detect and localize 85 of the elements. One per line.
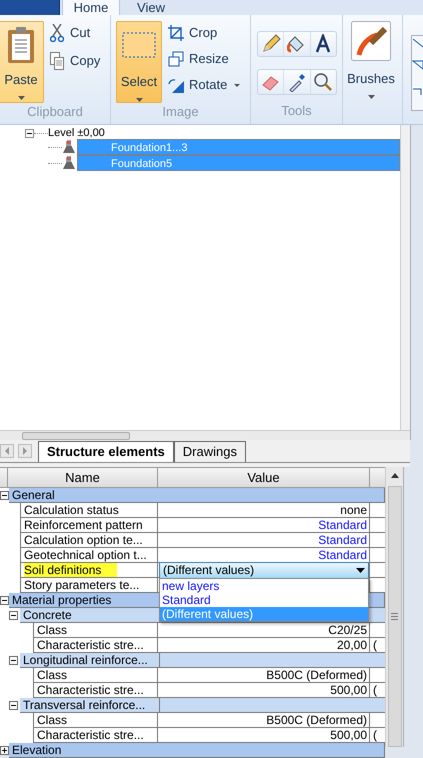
select-button[interactable]: Select [116, 21, 162, 103]
collapse-toggle[interactable] [25, 128, 34, 138]
rotate-icon [168, 77, 184, 93]
eyedropper-icon [286, 72, 307, 92]
property-name: Class [37, 713, 68, 727]
caret-icon [368, 94, 374, 98]
group-label: Image [161, 103, 200, 121]
ribbon-tab[interactable]: View [122, 0, 180, 15]
selection-icon [122, 32, 156, 58]
dropdown-option[interactable]: new layers [160, 579, 368, 593]
rotate-button[interactable]: Rotate [168, 75, 240, 95]
minus-icon [11, 613, 16, 618]
value-cell: B500C (Deformed) [158, 713, 370, 728]
collapse-toggle[interactable] [0, 491, 9, 500]
caret-icon [356, 568, 365, 573]
paste-button[interactable]: Paste [0, 21, 44, 103]
subcategory-label: Concrete [20, 608, 160, 622]
crop-button[interactable]: Crop [168, 23, 240, 43]
vertical-scrollbar[interactable] [400, 125, 410, 430]
copy-icon [50, 52, 64, 70]
scissors-icon [50, 24, 64, 42]
property-name: Story parameters te... [24, 578, 140, 592]
group-label: Clipboard [26, 103, 84, 121]
horizontal-scrollbar[interactable] [0, 430, 410, 440]
dropdown-option[interactable]: Standard [160, 593, 368, 607]
plus-icon [2, 748, 7, 753]
minus-icon [2, 598, 7, 603]
tree-item[interactable]: Level ±0,00 [48, 127, 105, 139]
unit-label: ( [373, 683, 377, 697]
subcategory-label: Longitudinal reinforce... [20, 653, 160, 667]
copy-button[interactable]: Copy [50, 51, 100, 71]
value-cell: none [158, 503, 370, 518]
document-tab[interactable]: Drawings [174, 441, 246, 462]
value-cell: C20/25 [158, 623, 370, 638]
resize-icon [168, 51, 184, 67]
column-header[interactable]: Name [8, 468, 158, 487]
property-name: Reinforcement pattern [24, 518, 143, 532]
group-label: Tools [280, 102, 313, 120]
property-name: Geotechnical option t... [24, 548, 147, 562]
fill-tool[interactable] [284, 32, 311, 56]
unit-label: ( [373, 728, 377, 742]
property-name: Characteristic stre... [37, 728, 144, 742]
collapse-toggle[interactable] [9, 611, 18, 620]
foundation-icon [62, 140, 76, 154]
column-header[interactable]: Value [158, 468, 370, 487]
property-name: Calculation status [24, 503, 119, 517]
caret-icon [136, 98, 142, 102]
resize-button[interactable]: Resize [168, 49, 240, 69]
pencil-icon [260, 34, 281, 54]
brushes-button[interactable]: Brushes [343, 21, 399, 124]
caret-icon [234, 84, 240, 86]
vertical-scrollbar[interactable] [385, 467, 403, 747]
ribbon-tab[interactable]: Home [62, 0, 120, 15]
grip-icon [391, 613, 398, 620]
shapes-icon [411, 35, 423, 111]
collapse-toggle[interactable] [9, 656, 18, 665]
minus-icon [11, 703, 16, 708]
minus-icon [11, 658, 16, 663]
cut-button[interactable]: Cut [50, 23, 100, 43]
magnifier-icon [313, 72, 334, 92]
property-name: Soil definitions [24, 563, 118, 577]
dropdown-field[interactable]: (Different values) [159, 562, 369, 579]
value-cell: B500C (Deformed) [158, 668, 370, 683]
collapse-toggle[interactable] [0, 746, 9, 755]
property-name: Class [37, 668, 68, 682]
scroll-right-icon [18, 444, 32, 458]
foundation-icon [62, 156, 76, 170]
minus-icon [27, 130, 32, 136]
property-name: Characteristic stre... [37, 638, 144, 652]
document-tab[interactable]: Structure elements [38, 441, 174, 462]
scroll-up-icon [390, 473, 398, 478]
property-name: Calculation option te... [24, 533, 143, 547]
minus-icon [2, 493, 7, 498]
clipboard-icon [6, 26, 36, 64]
collapse-toggle[interactable] [9, 701, 18, 710]
crop-icon [168, 25, 184, 41]
brush-icon [351, 21, 391, 61]
caret-icon [18, 96, 24, 100]
property-name: Characteristic stre... [37, 683, 144, 697]
property-name: Class [37, 623, 68, 637]
value-cell[interactable]: Standard [158, 533, 370, 548]
collapse-toggle[interactable] [0, 596, 9, 605]
unit-label: ( [373, 638, 377, 652]
value-cell[interactable]: Standard [158, 518, 370, 533]
subcategory-label: Transversal reinforce... [20, 698, 160, 712]
